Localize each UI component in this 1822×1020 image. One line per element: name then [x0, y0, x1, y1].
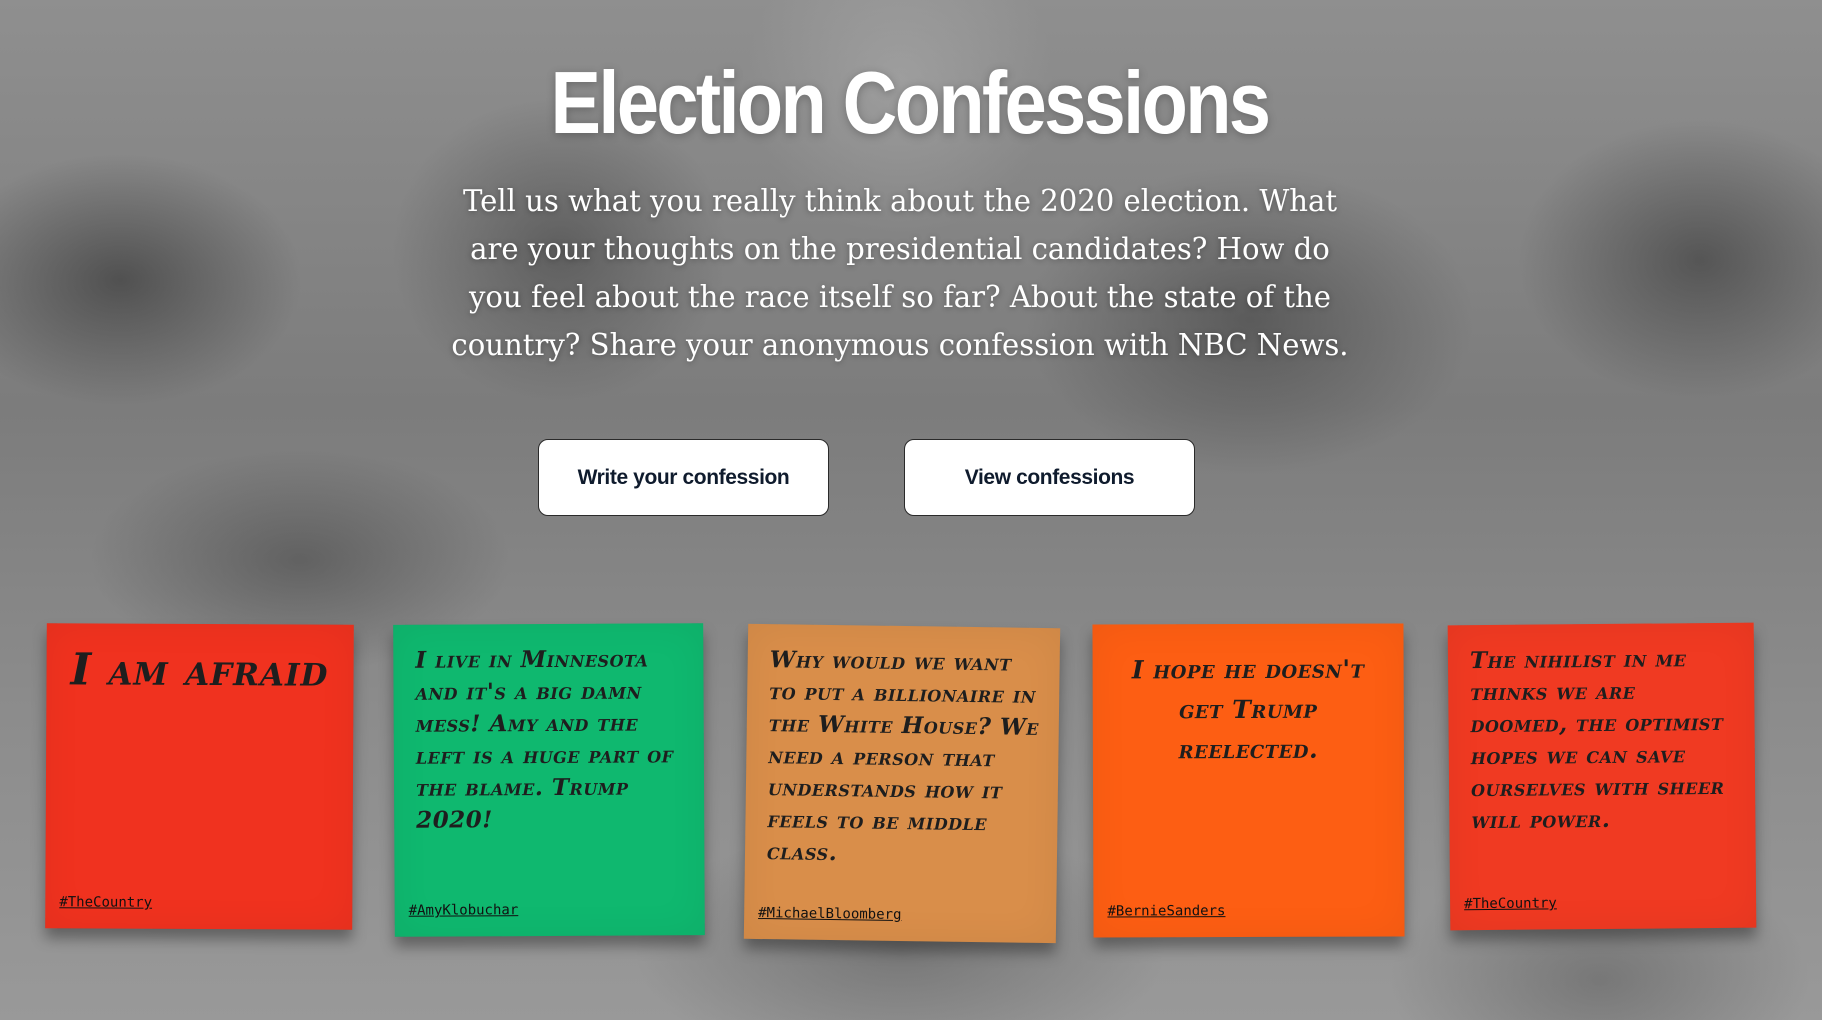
- confession-text: The nihilist in me thinks we are doomed,…: [1469, 645, 1725, 835]
- confession-note[interactable]: I live in Minnesota and it's a big damn …: [393, 623, 705, 937]
- confession-text: I live in Minnesota and it's a big damn …: [415, 645, 674, 834]
- confession-text: Why would we want to put a billionaire i…: [766, 646, 1040, 867]
- confession-tag-link[interactable]: #TheCountry: [1464, 895, 1557, 912]
- write-confession-button[interactable]: Write your confession: [538, 439, 829, 516]
- confession-text: I am afraid: [70, 644, 329, 697]
- confession-note[interactable]: I am afraid #TheCountry: [45, 623, 354, 930]
- page-title: Election Confessions: [550, 53, 1271, 152]
- view-confessions-button[interactable]: View confessions: [904, 439, 1195, 516]
- confession-note[interactable]: Why would we want to put a billionaire i…: [743, 623, 1061, 944]
- confession-note[interactable]: I hope he doesn't get Trump reelected. #…: [1092, 623, 1405, 938]
- confession-tag-link[interactable]: #AmyKlobuchar: [409, 902, 519, 919]
- confession-text: I hope he doesn't get Trump reelected.: [1131, 654, 1365, 765]
- confession-tag-link[interactable]: #MichaelBloomberg: [758, 905, 902, 923]
- confession-tag-link[interactable]: #TheCountry: [59, 894, 152, 910]
- confession-tag-link[interactable]: #BernieSanders: [1107, 903, 1225, 919]
- intro-text: Tell us what you really think about the …: [451, 184, 1349, 363]
- confession-note[interactable]: The nihilist in me thinks we are doomed,…: [1447, 622, 1757, 931]
